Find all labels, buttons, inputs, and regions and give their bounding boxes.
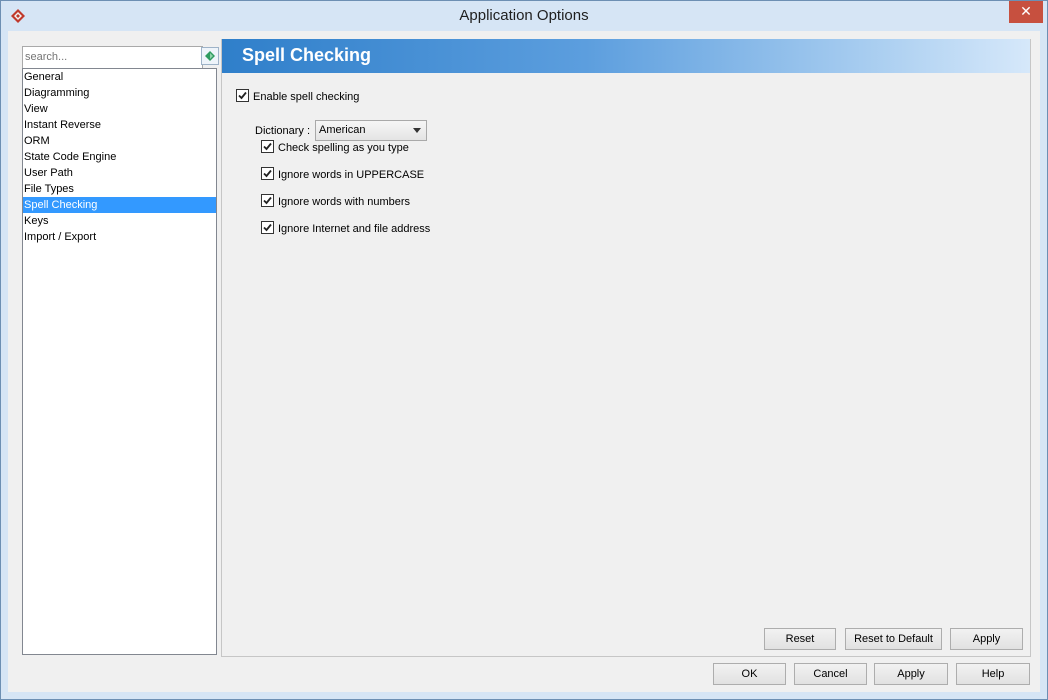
tree-item-file-types[interactable]: File Types bbox=[23, 181, 216, 197]
panel-header: Spell Checking bbox=[222, 39, 1030, 73]
tree-item-keys[interactable]: Keys bbox=[23, 213, 216, 229]
ignore-words-with-numbers-checkbox[interactable]: Ignore words with numbers bbox=[261, 194, 410, 210]
checkmark-icon bbox=[263, 169, 272, 178]
dialog-body: GeneralDiagrammingViewInstant ReverseORM… bbox=[8, 31, 1040, 692]
tree-item-diagramming[interactable]: Diagramming bbox=[23, 85, 216, 101]
ok-button[interactable]: OK bbox=[713, 663, 786, 685]
title-bar: Application Options ✕ bbox=[1, 1, 1047, 31]
checkbox-box[interactable] bbox=[261, 167, 274, 180]
close-icon: ✕ bbox=[1020, 3, 1032, 19]
checkmark-icon bbox=[238, 91, 247, 100]
reset-to-default-button[interactable]: Reset to Default bbox=[845, 628, 942, 650]
tree-item-orm[interactable]: ORM bbox=[23, 133, 216, 149]
checkmark-icon bbox=[263, 196, 272, 205]
cancel-button[interactable]: Cancel bbox=[794, 663, 867, 685]
reset-button[interactable]: Reset bbox=[764, 628, 836, 650]
tree-item-view[interactable]: View bbox=[23, 101, 216, 117]
search-filter-icon bbox=[205, 51, 215, 61]
chevron-down-icon bbox=[413, 128, 421, 133]
tree-item-instant-reverse[interactable]: Instant Reverse bbox=[23, 117, 216, 133]
panel-apply-button[interactable]: Apply bbox=[950, 628, 1023, 650]
dictionary-value: American bbox=[319, 124, 366, 136]
help-button[interactable]: Help bbox=[956, 663, 1030, 685]
dictionary-select[interactable]: American bbox=[315, 120, 427, 141]
window-title: Application Options bbox=[459, 7, 589, 24]
enable-spell-checking-checkbox[interactable]: Enable spell checking bbox=[236, 89, 359, 105]
checkmark-icon bbox=[263, 142, 272, 151]
tree-item-import-export[interactable]: Import / Export bbox=[23, 229, 216, 245]
ignore-internet-addresses-checkbox[interactable]: Ignore Internet and file address bbox=[261, 221, 430, 237]
tree-item-user-path[interactable]: User Path bbox=[23, 165, 216, 181]
search-button[interactable] bbox=[201, 47, 219, 65]
option-label: Ignore words with numbers bbox=[278, 196, 411, 208]
panel-title: Spell Checking bbox=[242, 45, 372, 65]
tree-item-spell-checking[interactable]: Spell Checking bbox=[23, 197, 216, 213]
checkbox-box[interactable] bbox=[261, 194, 274, 207]
check-spelling-as-you-type-checkbox[interactable]: Check spelling as you type bbox=[261, 140, 409, 156]
close-button[interactable]: ✕ bbox=[1009, 1, 1043, 23]
option-label: Ignore words in UPPERCASE bbox=[278, 169, 425, 181]
tree-item-general[interactable]: General bbox=[23, 69, 216, 85]
checkbox-box[interactable] bbox=[236, 89, 249, 102]
ignore-uppercase-checkbox[interactable]: Ignore words in UPPERCASE bbox=[261, 167, 424, 183]
options-category-tree[interactable]: General Diagramming View Instant Reverse ORM… bbox=[22, 68, 217, 655]
checkbox-box[interactable] bbox=[261, 221, 274, 234]
tree-item-state-code-engine[interactable]: State Code Engine bbox=[23, 149, 216, 165]
checkmark-icon bbox=[263, 223, 272, 232]
application-options-window: Application Options ✕ GeneralDiagramming… bbox=[0, 0, 1048, 700]
checkbox-box[interactable] bbox=[261, 140, 274, 153]
option-label: Check spelling as you type bbox=[278, 142, 409, 154]
enable-spell-checking-label: Enable spell checking bbox=[253, 91, 360, 103]
apply-button[interactable]: Apply bbox=[874, 663, 948, 685]
search-input[interactable] bbox=[22, 46, 203, 69]
option-label: Ignore Internet and file address bbox=[278, 223, 431, 235]
dictionary-label: Dictionary : bbox=[255, 125, 311, 137]
spell-checking-panel: Spell Checking Enable spell checking Dic… bbox=[221, 39, 1031, 657]
